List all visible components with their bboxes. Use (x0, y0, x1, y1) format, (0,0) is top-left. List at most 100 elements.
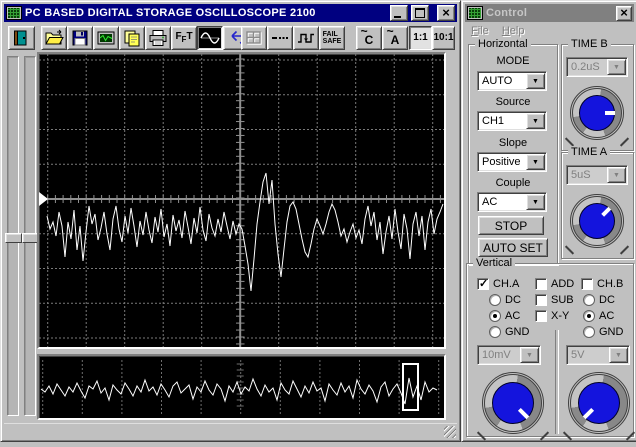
radio-indicator[interactable] (489, 326, 501, 338)
mid-sub-checkbox[interactable]: SUB (535, 294, 574, 306)
channel-b-gain-knob[interactable] (562, 372, 636, 441)
menu-help[interactable]: Help (502, 25, 525, 37)
mode-dropdown-arrow[interactable]: ▼ (526, 73, 545, 89)
checkbox-indicator[interactable] (535, 310, 547, 322)
fft-label: FFT (175, 31, 193, 44)
source-dropdown-arrow[interactable]: ▼ (526, 113, 545, 129)
couple-dropdown-arrow[interactable]: ▼ (526, 194, 545, 210)
time-b-dropdown-arrow[interactable]: ▼ (607, 59, 626, 75)
knob-max-tick (625, 431, 636, 441)
source-select[interactable]: CH1 ▼ (477, 111, 547, 131)
couple-value: AC (482, 196, 498, 208)
checkbox-indicator[interactable] (581, 278, 593, 290)
option-label: X-Y (551, 310, 570, 322)
control-close-button[interactable] (616, 5, 632, 21)
checkbox-indicator[interactable] (477, 277, 489, 290)
add-add-checkbox[interactable]: ADD (535, 278, 574, 290)
grid-button (241, 26, 267, 50)
chb-ac-radio[interactable]: AC (583, 310, 614, 322)
time-b-group-label: TIME B (568, 38, 611, 50)
chb-dc-radio[interactable]: DC (583, 294, 615, 306)
option-label: DC (599, 294, 615, 306)
time-a-group: TIME A 5uS ▼ (561, 146, 634, 259)
square-wave-button[interactable] (293, 26, 319, 50)
option-label: AC (599, 310, 615, 322)
option-label: CH.A (493, 278, 520, 290)
option-label: GND (505, 326, 530, 338)
channel-a-range-arrow[interactable]: ▼ (520, 347, 539, 363)
time-b-value: 0.2uS (571, 61, 600, 73)
radio-indicator[interactable] (583, 326, 595, 338)
time-a-knob[interactable] (564, 194, 630, 255)
couple-select[interactable]: AC ▼ (477, 192, 547, 212)
fft-button[interactable]: FFT (171, 26, 197, 50)
toolbar: FFT FAIL SAFE ~ C ~ A 1:1 10:1 (1, 1, 460, 51)
knob-max-tick (539, 431, 550, 441)
knob-pointer (570, 86, 624, 140)
time-a-group-label: TIME A (568, 146, 611, 158)
auto-set-button[interactable]: AUTO SET (478, 238, 548, 257)
checkbox-indicator[interactable] (535, 294, 547, 306)
copy-button[interactable] (119, 26, 145, 50)
slope-select[interactable]: Positive ▼ (477, 152, 547, 172)
horizontal-group-label: Horizontal (475, 38, 531, 50)
waveform-display-button[interactable] (197, 26, 223, 50)
exit-button[interactable] (8, 26, 35, 50)
probe-1-1-button[interactable]: 1:1 (409, 26, 432, 50)
wave-c-button[interactable]: ~ C (356, 26, 382, 50)
channel-b-range-arrow[interactable]: ▼ (609, 347, 628, 363)
control-title: Control (486, 7, 528, 19)
chb-ch-b-checkbox[interactable]: CH.B (581, 278, 623, 290)
wave-a-button[interactable]: ~ A (382, 26, 408, 50)
stop-button-label: STOP (494, 218, 528, 233)
oscilloscope-window: PC BASED DIGITAL STORAGE OSCILLOSCOPE 21… (0, 0, 461, 442)
resize-grip[interactable] (444, 426, 456, 438)
status-bar (4, 423, 457, 439)
trigger-level-marker[interactable] (39, 192, 48, 206)
cha-ac-radio[interactable]: AC (489, 310, 520, 322)
mode-select[interactable]: AUTO ▼ (477, 71, 547, 91)
radio-indicator[interactable] (583, 310, 595, 322)
cha-dc-radio[interactable]: DC (489, 294, 521, 306)
cha-gnd-radio[interactable]: GND (489, 326, 529, 338)
radio-indicator[interactable] (489, 294, 501, 306)
channel-a-slider-thumb[interactable] (5, 233, 22, 243)
dashed-line-button[interactable] (267, 26, 293, 50)
stop-button[interactable]: STOP (478, 216, 544, 235)
cha-ch-a-checkbox[interactable]: CH.A (477, 277, 520, 290)
overview-trace (40, 360, 440, 414)
fail-safe-button[interactable]: FAIL SAFE (319, 26, 345, 50)
print-button[interactable] (145, 26, 171, 50)
channel-a-trace (46, 172, 444, 292)
radio-indicator[interactable] (489, 310, 501, 322)
time-b-select[interactable]: 0.2uS ▼ (566, 57, 628, 77)
option-label: GND (599, 326, 624, 338)
source-value: CH1 (482, 115, 505, 127)
control-titlebar[interactable]: Control (465, 4, 634, 22)
mode-label: MODE (496, 55, 530, 67)
checkbox-indicator[interactable] (535, 278, 547, 290)
channel-a-gain-knob[interactable] (476, 372, 550, 441)
open-button[interactable] (41, 26, 67, 50)
time-a-value: 5uS (571, 169, 591, 181)
option-label: DC (505, 294, 521, 306)
menu-file[interactable]: File (471, 25, 489, 37)
save-button[interactable] (67, 26, 93, 50)
slope-value: Positive (482, 156, 521, 168)
capture-button[interactable] (93, 26, 119, 50)
control-app-icon (467, 6, 483, 20)
time-a-dropdown-arrow[interactable]: ▼ (607, 167, 626, 183)
auto-set-button-label: AUTO SET (483, 240, 543, 255)
couple-label: Couple (495, 177, 531, 189)
radio-indicator[interactable] (583, 294, 595, 306)
option-label: SUB (551, 294, 574, 306)
control-window: Control File Help Horizontal MODE AUTO ▼… (461, 0, 636, 442)
knob-min-tick (476, 431, 487, 441)
slope-dropdown-arrow[interactable]: ▼ (526, 154, 545, 170)
time-b-knob[interactable] (564, 86, 630, 147)
mid-x-y-checkbox[interactable]: X-Y (535, 310, 569, 322)
probe-10-1-button[interactable]: 10:1 (432, 26, 455, 50)
chb-gnd-radio[interactable]: GND (583, 326, 623, 338)
horizontal-group: Horizontal MODE AUTO ▼ Source CH1 ▼ Slop… (468, 38, 558, 265)
option-label: AC (505, 310, 521, 322)
